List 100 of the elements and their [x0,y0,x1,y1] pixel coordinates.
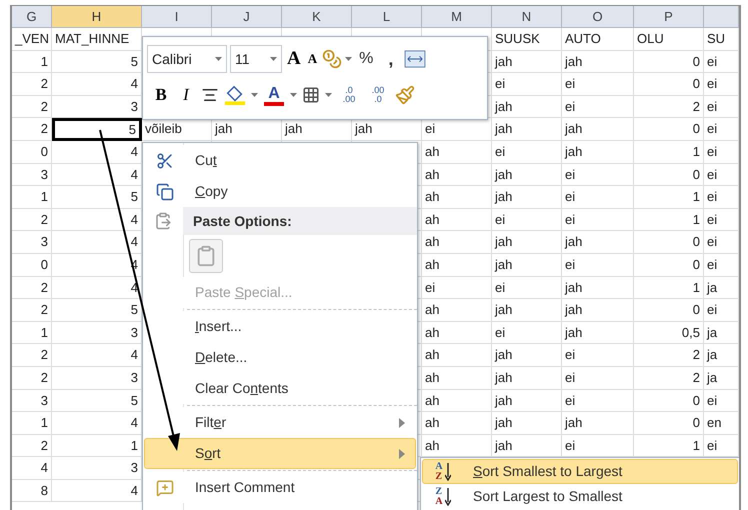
column-header[interactable]: J [212,6,282,28]
table-cell: 0 [634,231,704,254]
dropdown-caret-icon[interactable] [215,57,222,61]
table-cell: 2 [12,434,52,458]
font-color-button[interactable]: A [263,84,285,106]
table-cell: jah [562,140,634,164]
table-cell: 1 [12,186,52,209]
increase-decimal-button[interactable]: .0 .00 [337,86,361,104]
submenu-arrow-icon [399,448,405,458]
table-cell: jah [492,231,562,254]
table-cell: 0 [634,50,704,74]
table-cell: 1 [634,276,704,300]
table-cell: ei [562,186,634,209]
table-cell: jah [562,276,634,300]
table-cell: 2 [12,208,52,232]
table-cell: 1 [634,186,704,209]
column-header[interactable]: O [562,6,634,28]
table-cell: 1 [12,50,52,74]
column-header[interactable]: G [12,6,52,28]
table-cell: jah [492,390,562,412]
table-cell: ei [704,73,739,96]
table-cell: ja [704,366,739,390]
borders-icon[interactable] [302,86,320,104]
table-cell: AUTO [562,28,634,51]
italic-button[interactable]: I [176,82,196,108]
table-cell: jah [492,366,562,390]
menu-item[interactable]: Sort [144,438,416,469]
dropdown-caret-icon[interactable] [290,93,297,97]
table-cell: jah [562,322,634,344]
table-cell: ei [562,208,634,232]
column-header[interactable]: I [142,6,212,28]
table-cell: jah [492,254,562,277]
table-cell: 5 [52,118,142,141]
comma-button[interactable]: , [380,46,402,72]
copy-icon [156,182,174,200]
table-cell: ei [562,254,634,277]
font-size-field[interactable]: 11 [230,45,282,73]
column-header[interactable]: L [352,6,422,28]
dropdown-caret-icon[interactable] [251,93,258,97]
scissors-icon [156,152,174,170]
table-cell: 0 [634,73,704,96]
table-cell: OLU [634,28,704,51]
table-cell: jah [492,299,562,322]
table-cell: jah [492,344,562,367]
table-cell: ei [562,73,634,96]
table-cell: 2 [12,299,52,322]
table-cell: en [704,412,739,435]
table-cell: _VEN [12,28,52,51]
clipboard-icon [195,245,217,267]
align-center-icon[interactable] [201,86,219,104]
table-cell: ah [422,254,492,277]
table-cell: ah [422,186,492,209]
table-cell: jah [562,118,634,141]
column-header[interactable]: N [492,6,562,28]
format-painter-icon[interactable] [395,85,415,105]
menu-item[interactable]: A Z Sort Smallest to Largest [422,459,738,484]
dropdown-caret-icon[interactable] [270,57,277,61]
grow-font-button[interactable]: A [285,44,303,74]
table-cell: ah [422,344,492,367]
table-cell: ei [704,186,739,209]
column-header[interactable]: K [282,6,352,28]
table-cell: ei [562,164,634,186]
table-cell: ah [422,231,492,254]
table-cell: ei [704,50,739,74]
coins-icon[interactable] [322,49,342,69]
table-cell: jah [562,231,634,254]
table-cell: ja [704,344,739,367]
table-cell: 2 [634,344,704,367]
table-cell: ah [422,208,492,232]
table-cell: jah [562,299,634,322]
font-field[interactable]: Calibri [147,45,227,73]
table-cell: ah [422,390,492,412]
dropdown-caret-icon[interactable] [325,93,332,97]
dropdown-caret-icon[interactable] [345,57,352,61]
shrink-font-button[interactable]: A [306,49,320,69]
column-header[interactable]: H [52,6,142,28]
bold-button[interactable]: B [151,82,171,108]
table-cell: 0 [634,412,704,435]
table-cell: ei [492,208,562,232]
table-cell: 2 [12,118,52,141]
column-header[interactable]: P [634,6,704,28]
table-cell: ei [422,276,492,300]
table-cell: ei [704,390,739,412]
table-cell: 2 [12,276,52,300]
table-cell: 8 [12,480,52,502]
merge-center-icon[interactable] [404,50,426,68]
table-cell: ei [492,276,562,300]
font-name: Calibri [152,50,192,68]
percent-button[interactable]: % [355,47,378,71]
table-cell: 0 [634,299,704,322]
column-header[interactable]: M [422,6,492,28]
table-cell: ja [704,276,739,300]
table-cell: 0 [634,118,704,141]
table-cell: ei [704,231,739,254]
table-cell: 1 [634,140,704,164]
fill-color-icon[interactable] [224,84,246,106]
decrease-decimal-button[interactable]: .00 .0 [366,86,390,104]
table-cell: ei [492,322,562,344]
table-cell: 3 [12,390,52,412]
table-cell: 0 [12,254,52,277]
